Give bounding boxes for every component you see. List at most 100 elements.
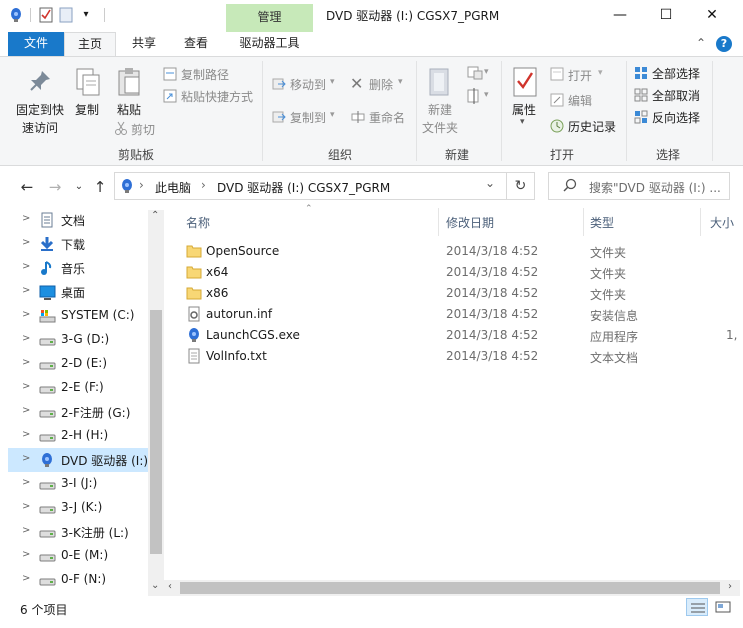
invert-selection-button[interactable]: 反向选择 — [652, 109, 700, 126]
horizontal-scrollbar-thumb[interactable] — [180, 582, 720, 594]
new-item-dropdown-icon[interactable]: ▾ — [484, 67, 489, 77]
nav-item[interactable]: > 音乐 — [8, 256, 148, 280]
column-separator[interactable] — [700, 208, 701, 236]
rename-button[interactable]: 重命名 — [369, 109, 405, 126]
forward-button[interactable]: → — [46, 178, 64, 196]
expand-chevron-icon[interactable]: > — [22, 549, 30, 560]
nav-item[interactable]: > 下载 — [8, 232, 148, 256]
new-folder-icon[interactable] — [58, 7, 74, 23]
expand-chevron-icon[interactable]: > — [22, 333, 30, 344]
expand-chevron-icon[interactable]: > — [22, 501, 30, 512]
column-separator[interactable] — [583, 208, 584, 236]
move-to-dropdown-icon[interactable]: ▾ — [330, 77, 335, 87]
minimize-button[interactable]: — — [597, 0, 643, 30]
tab-drive-tools[interactable]: 驱动器工具 — [226, 32, 313, 56]
details-view-button[interactable] — [686, 598, 708, 616]
collapse-ribbon-icon[interactable]: ⌃ — [692, 32, 710, 56]
file-row[interactable]: x64 2014/3/18 4:52 文件夹 — [180, 262, 740, 283]
nav-item[interactable]: >3-I (J:) — [8, 472, 148, 496]
delete-button[interactable]: 删除 — [369, 76, 393, 93]
nav-item[interactable]: >3-K注册 (L:) — [8, 520, 148, 544]
nav-item[interactable]: >0-E (M:) — [8, 544, 148, 568]
expand-chevron-icon[interactable]: > — [22, 429, 30, 440]
expand-chevron-icon[interactable]: > — [22, 525, 30, 536]
properties-button[interactable]: 属性 — [512, 101, 536, 118]
nav-item[interactable]: > 桌面 — [8, 280, 148, 304]
tab-share[interactable]: 共享 — [122, 32, 166, 56]
cut-button[interactable]: 剪切 — [131, 121, 155, 138]
tab-file[interactable]: 文件 — [8, 32, 64, 56]
refresh-button[interactable]: ↻ — [507, 172, 535, 200]
column-header-name[interactable]: 名称 — [186, 214, 210, 231]
select-none-button[interactable]: 全部取消 — [652, 87, 700, 104]
paste-shortcut-button[interactable]: 粘贴快捷方式 — [181, 88, 253, 105]
easy-access-dropdown-icon[interactable]: ▾ — [484, 90, 489, 100]
file-row[interactable]: OpenSource 2014/3/18 4:52 文件夹 — [180, 241, 740, 262]
tab-home[interactable]: 主页 — [64, 32, 116, 57]
expand-chevron-icon[interactable]: > — [22, 285, 30, 296]
nav-item[interactable]: >2-F注册 (G:) — [8, 400, 148, 424]
tab-view[interactable]: 查看 — [172, 32, 220, 56]
help-icon[interactable]: ? — [716, 36, 732, 52]
expand-chevron-icon[interactable]: > — [22, 573, 30, 584]
expand-chevron-icon[interactable]: > — [22, 453, 30, 464]
nav-item[interactable]: >2-D (E:) — [8, 352, 148, 376]
expand-chevron-icon[interactable]: > — [22, 405, 30, 416]
scroll-left-icon[interactable]: ‹ — [168, 581, 172, 592]
paste-button[interactable]: 粘贴 — [117, 101, 141, 118]
move-to-button[interactable]: 移动到 — [290, 76, 326, 93]
scroll-up-icon[interactable]: ⌃ — [151, 210, 159, 221]
new-folder-button-line1[interactable]: 新建 — [428, 101, 452, 118]
nav-scrollbar-thumb[interactable] — [150, 310, 162, 554]
file-row[interactable]: autorun.inf 2014/3/18 4:52 安装信息 — [180, 304, 740, 325]
expand-chevron-icon[interactable]: > — [22, 213, 30, 224]
up-button[interactable]: ↑ — [91, 178, 109, 196]
customize-qat-icon[interactable]: ▾ — [78, 7, 94, 23]
address-dropdown-button[interactable]: ⌄ — [485, 176, 495, 190]
file-row[interactable]: x86 2014/3/18 4:52 文件夹 — [180, 283, 740, 304]
scroll-right-icon[interactable]: › — [728, 581, 732, 592]
edit-button[interactable]: 编辑 — [568, 92, 592, 109]
nav-item[interactable]: >2-E (F:) — [8, 376, 148, 400]
nav-item[interactable]: > DVD 驱动器 (I:) — [8, 448, 148, 472]
breadcrumb-separator[interactable]: › — [139, 178, 144, 192]
nav-item[interactable]: > SYSTEM (C:) — [8, 304, 148, 328]
back-button[interactable]: ← — [18, 178, 36, 196]
file-row[interactable]: VolInfo.txt 2014/3/18 4:52 文本文档 — [180, 346, 740, 367]
breadcrumb-separator[interactable]: › — [201, 178, 206, 192]
recent-locations-button[interactable]: ⌄ — [70, 178, 88, 196]
breadcrumb-drive[interactable]: DVD 驱动器 (I:) CGSX7_PGRM — [217, 179, 390, 196]
search-box[interactable]: 搜索"DVD 驱动器 (I:) ... — [548, 172, 730, 200]
column-header-date[interactable]: 修改日期 — [446, 214, 494, 231]
expand-chevron-icon[interactable]: > — [22, 357, 30, 368]
tab-manage[interactable]: 管理 — [226, 4, 313, 32]
pin-quick-access-button-line2[interactable]: 速访问 — [22, 119, 58, 136]
close-button[interactable]: ✕ — [689, 0, 735, 30]
breadcrumb-this-pc[interactable]: 此电脑 — [155, 179, 191, 196]
scroll-down-icon[interactable]: ⌄ — [151, 580, 159, 591]
expand-chevron-icon[interactable]: > — [22, 381, 30, 392]
delete-dropdown-icon[interactable]: ▾ — [398, 77, 403, 87]
properties-icon[interactable] — [38, 7, 54, 23]
select-all-button[interactable]: 全部选择 — [652, 65, 700, 82]
nav-item[interactable]: >3-G (D:) — [8, 328, 148, 352]
pin-quick-access-button-line1[interactable]: 固定到快 — [16, 101, 64, 118]
nav-item[interactable]: > 文档 — [8, 208, 148, 232]
history-button[interactable]: 历史记录 — [568, 118, 616, 135]
new-folder-button-line2[interactable]: 文件夹 — [422, 119, 458, 136]
expand-chevron-icon[interactable]: > — [22, 477, 30, 488]
expand-chevron-icon[interactable]: > — [22, 237, 30, 248]
copy-path-button[interactable]: 复制路径 — [181, 66, 229, 83]
copy-button[interactable]: 复制 — [75, 101, 99, 118]
column-separator[interactable] — [438, 208, 439, 236]
expand-chevron-icon[interactable]: > — [22, 261, 30, 272]
expand-chevron-icon[interactable]: > — [22, 309, 30, 320]
column-header-size[interactable]: 大小 — [710, 214, 734, 231]
open-dropdown-icon[interactable]: ▾ — [598, 68, 603, 78]
address-bar[interactable]: › 此电脑 › DVD 驱动器 (I:) CGSX7_PGRM ⌄ — [114, 172, 507, 200]
copy-to-dropdown-icon[interactable]: ▾ — [330, 110, 335, 120]
nav-item[interactable]: >0-F (N:) — [8, 568, 148, 592]
properties-dropdown-icon[interactable]: ▾ — [520, 117, 525, 127]
file-row[interactable]: LaunchCGS.exe 2014/3/18 4:52 应用程序 1, — [180, 325, 740, 346]
column-header-type[interactable]: 类型 — [590, 214, 614, 231]
